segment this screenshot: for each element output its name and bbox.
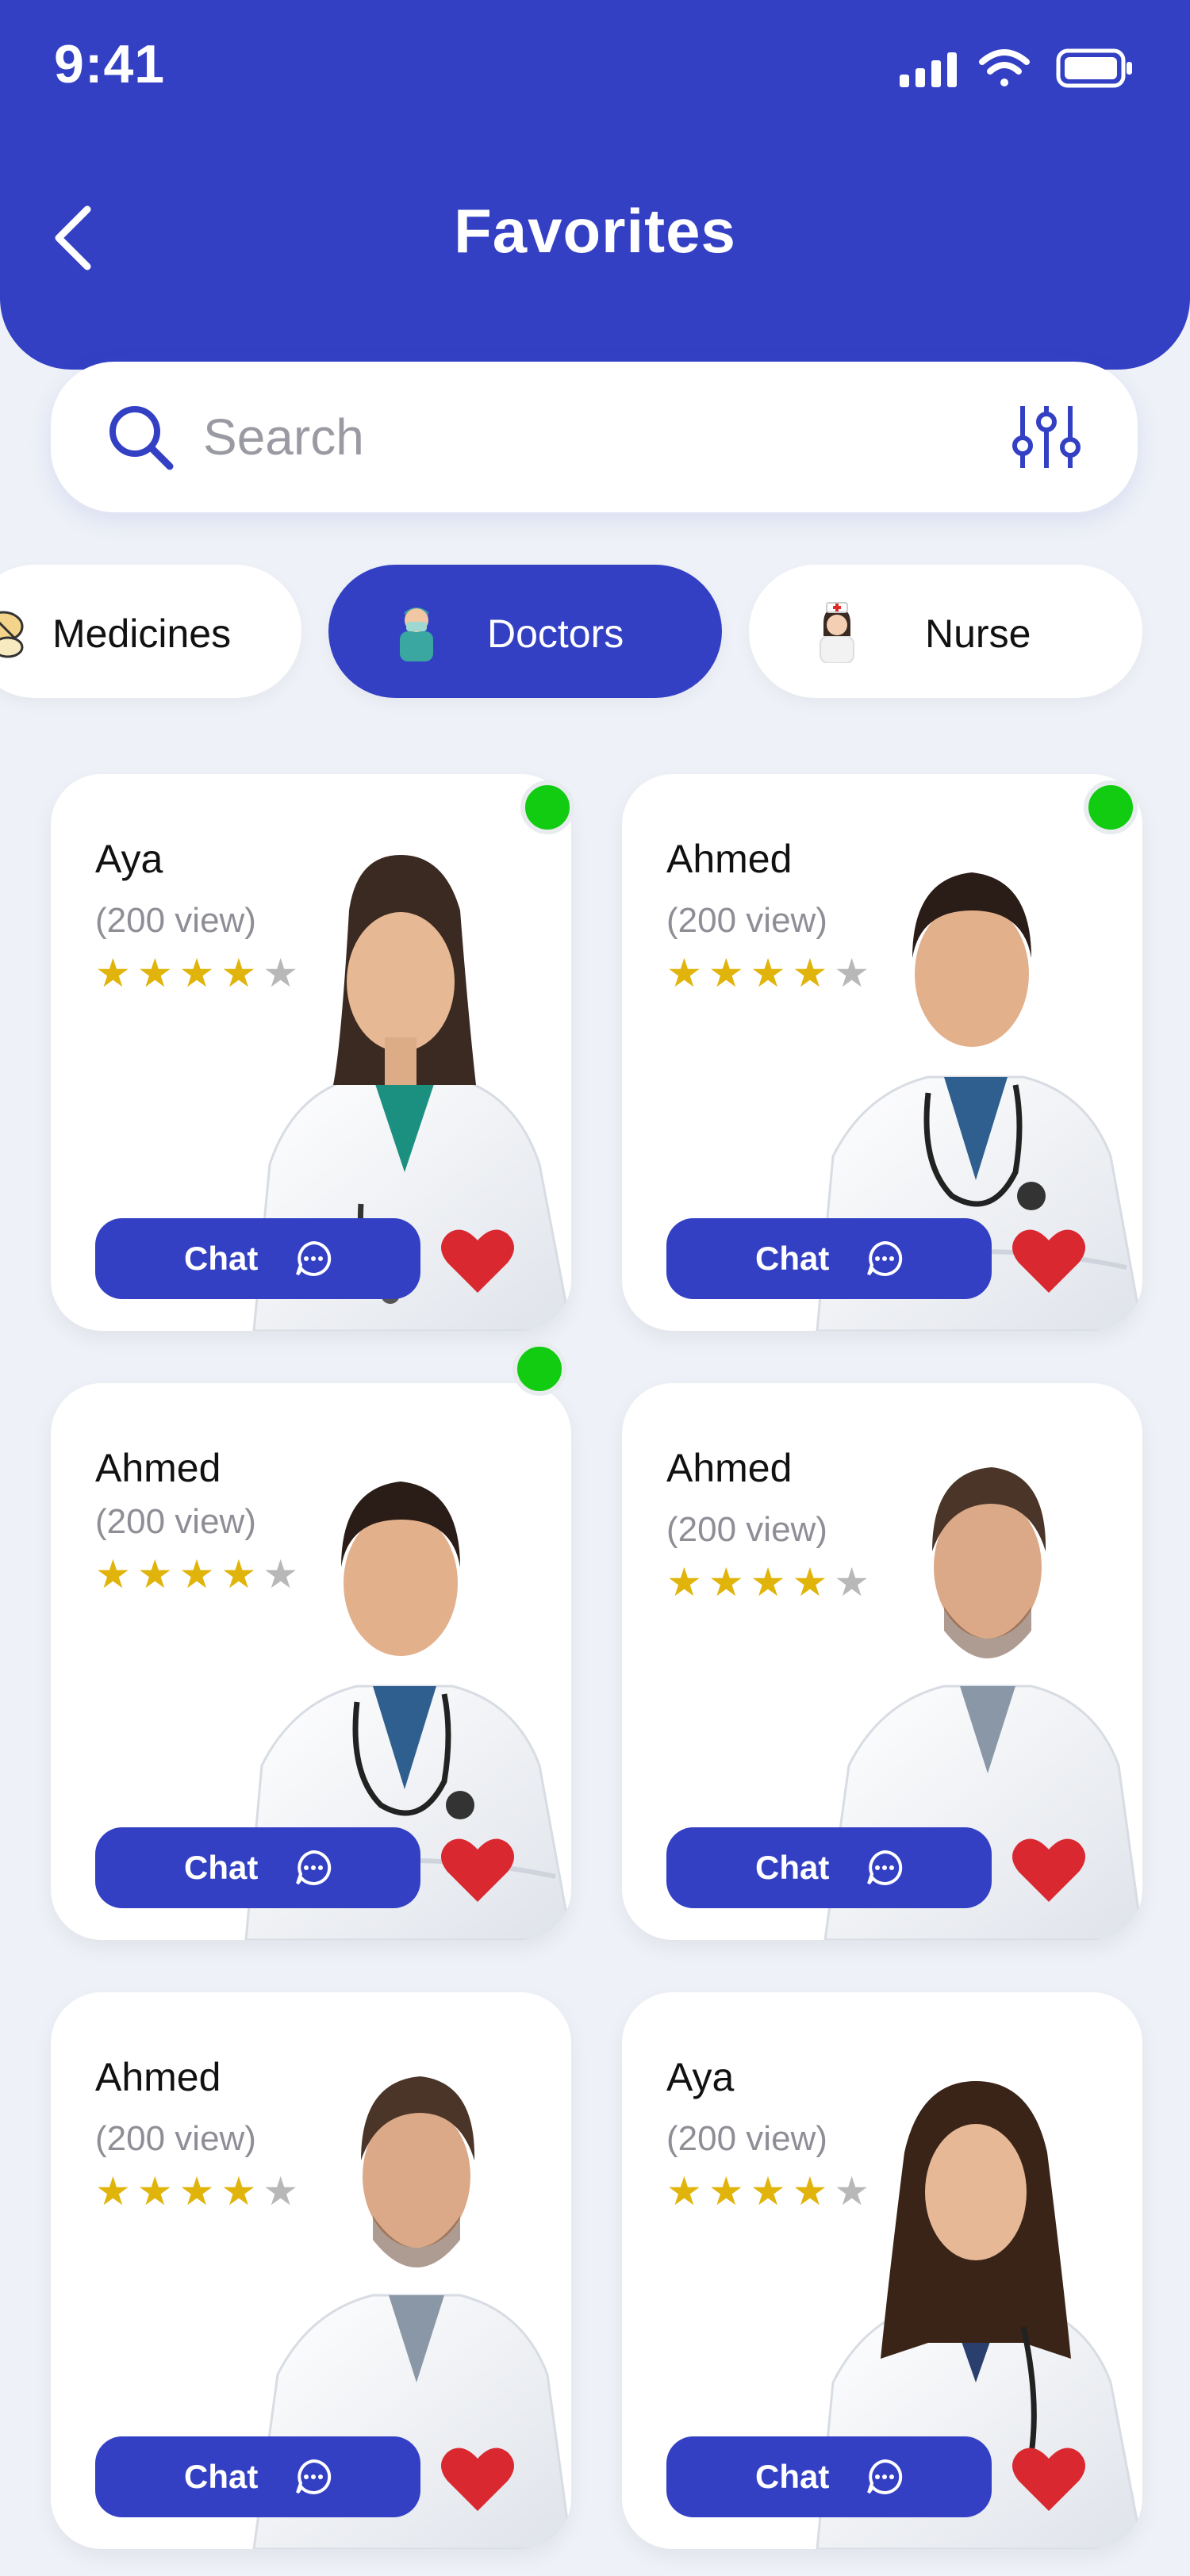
chat-bubble-icon xyxy=(296,1240,332,1276)
favorite-heart-icon[interactable] xyxy=(440,1834,516,1905)
chat-button[interactable]: Chat xyxy=(666,2436,992,2517)
doctor-name: Ahmed xyxy=(95,1446,221,1490)
wifi-icon xyxy=(979,49,1030,86)
search-input[interactable]: Search xyxy=(203,408,364,466)
signal-icon xyxy=(900,52,957,87)
chat-button[interactable]: Chat xyxy=(666,1827,992,1908)
favorite-heart-icon[interactable] xyxy=(1011,1834,1087,1905)
doctor-card[interactable]: Ahmed (200 view) ★★★★★ Chat xyxy=(51,1992,571,2549)
status-time: 9:41 xyxy=(54,34,166,94)
doctor-name: Ahmed xyxy=(666,837,793,881)
chat-bubble-icon xyxy=(296,1850,332,1885)
online-status-dot xyxy=(520,780,574,834)
doctor-name: Aya xyxy=(95,837,163,881)
filter-icon[interactable] xyxy=(1011,400,1082,474)
chat-button[interactable]: Chat xyxy=(95,1827,420,1908)
chip-label: Doctors xyxy=(487,611,624,656)
chat-button-label: Chat xyxy=(755,2458,830,2495)
favorite-heart-icon[interactable] xyxy=(1011,1225,1087,1296)
doctor-card[interactable]: Aya (200 view) ★★★★★ Chat xyxy=(622,1992,1142,2549)
doctor-card[interactable]: Ahmed (200 view) ★★★★★ Chat xyxy=(622,774,1142,1331)
chat-bubble-icon xyxy=(867,1240,903,1276)
favorite-heart-icon[interactable] xyxy=(1011,2443,1087,2514)
page-title: Favorites xyxy=(454,196,736,266)
chat-button-label: Chat xyxy=(184,1849,259,1886)
chat-button[interactable]: Chat xyxy=(95,1218,420,1299)
chat-button[interactable]: Chat xyxy=(666,1218,992,1299)
chat-button-label: Chat xyxy=(755,1240,830,1277)
online-status-dot xyxy=(512,1342,566,1396)
search-icon xyxy=(109,406,174,470)
category-chip-nurse[interactable]: Nurse xyxy=(749,565,1142,698)
doctor-card[interactable]: Ahmed (200 view) ★★★★★ Chat xyxy=(622,1383,1142,1940)
pills-icon xyxy=(0,611,24,658)
chat-button-label: Chat xyxy=(184,2458,259,2495)
status-icons xyxy=(900,48,1132,88)
favorite-heart-icon[interactable] xyxy=(440,2443,516,2514)
nurse-emoji-icon xyxy=(820,602,854,663)
doctor-card[interactable]: Aya (200 view) ★★★★★ Chat xyxy=(51,774,571,1331)
chip-label: Nurse xyxy=(925,611,1031,656)
online-status-dot xyxy=(1084,780,1138,834)
chat-button-label: Chat xyxy=(184,1240,259,1277)
chat-button[interactable]: Chat xyxy=(95,2436,420,2517)
favorite-heart-icon[interactable] xyxy=(440,1225,516,1296)
search-bar[interactable]: Search xyxy=(51,362,1138,512)
header: 9:41 Favorites xyxy=(0,0,1190,370)
battery-icon xyxy=(1056,48,1132,88)
doctor-emoji-icon xyxy=(400,608,433,661)
chat-bubble-icon xyxy=(867,1850,903,1885)
category-chip-medicines[interactable]: Medicines xyxy=(0,565,301,698)
doctor-name: Ahmed xyxy=(666,1446,793,1490)
chat-button-label: Chat xyxy=(755,1849,830,1886)
chip-label: Medicines xyxy=(52,611,232,656)
category-chip-doctors[interactable]: Doctors xyxy=(328,565,722,698)
chat-bubble-icon xyxy=(867,2459,903,2494)
doctor-card[interactable]: Ahmed (200 view) ★★★★★ Chat xyxy=(51,1383,571,1940)
doctor-name: Aya xyxy=(666,2055,735,2099)
chat-bubble-icon xyxy=(296,2459,332,2494)
doctor-name: Ahmed xyxy=(95,2055,221,2099)
